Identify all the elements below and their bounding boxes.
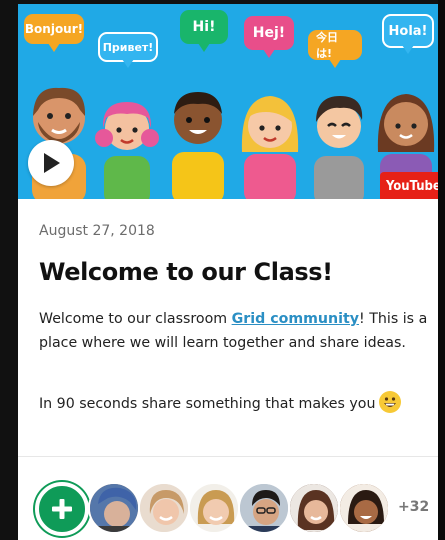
response-avatar-1[interactable] (88, 482, 140, 534)
speech-bubble-hola: Hola! (382, 14, 434, 54)
response-avatar-6[interactable] (338, 482, 390, 534)
grid-community-link[interactable]: Grid community (232, 311, 359, 327)
window-edge (438, 0, 445, 540)
topic-card: Bonjour! Привет! Hi! Hej! 今日は! Hola! You… (18, 4, 438, 540)
speech-bubble-konnichiwa: 今日は! (308, 30, 362, 68)
plus-icon (52, 499, 72, 519)
response-avatar-5[interactable] (288, 482, 340, 534)
play-button[interactable] (28, 140, 74, 186)
divider (18, 456, 438, 457)
response-avatar-4[interactable] (238, 482, 290, 534)
description-text-start: Welcome to our classroom (39, 311, 232, 327)
child-illustration-2 (95, 102, 159, 199)
post-title: Welcome to our Class! (39, 258, 333, 286)
post-date: August 27, 2018 (39, 223, 155, 239)
response-avatar-2[interactable] (138, 482, 190, 534)
grinning-emoji-icon (379, 391, 402, 413)
speech-bubble-hej: Hej! (244, 16, 294, 58)
post-description: Welcome to our classroom Grid community!… (39, 307, 434, 355)
play-icon (44, 153, 60, 173)
youtube-logo: YouTube (380, 172, 438, 199)
speech-bubble-hi: Hi! (180, 10, 228, 52)
add-response-button[interactable] (35, 482, 89, 536)
speech-bubble-bonjour: Bonjour! (24, 14, 84, 52)
prompt-text: In 90 seconds share something that makes… (39, 396, 376, 412)
response-avatar-3[interactable] (188, 482, 240, 534)
child-illustration-3 (172, 92, 224, 199)
speech-bubble-privet: Привет! (98, 32, 158, 68)
child-illustration-4 (241, 96, 299, 199)
video-thumbnail[interactable]: Bonjour! Привет! Hi! Hej! 今日は! Hola! You… (18, 4, 438, 199)
post-prompt: In 90 seconds share something that makes… (39, 391, 434, 416)
more-responses-count[interactable]: +32 (398, 499, 429, 515)
child-illustration-5 (314, 96, 364, 199)
